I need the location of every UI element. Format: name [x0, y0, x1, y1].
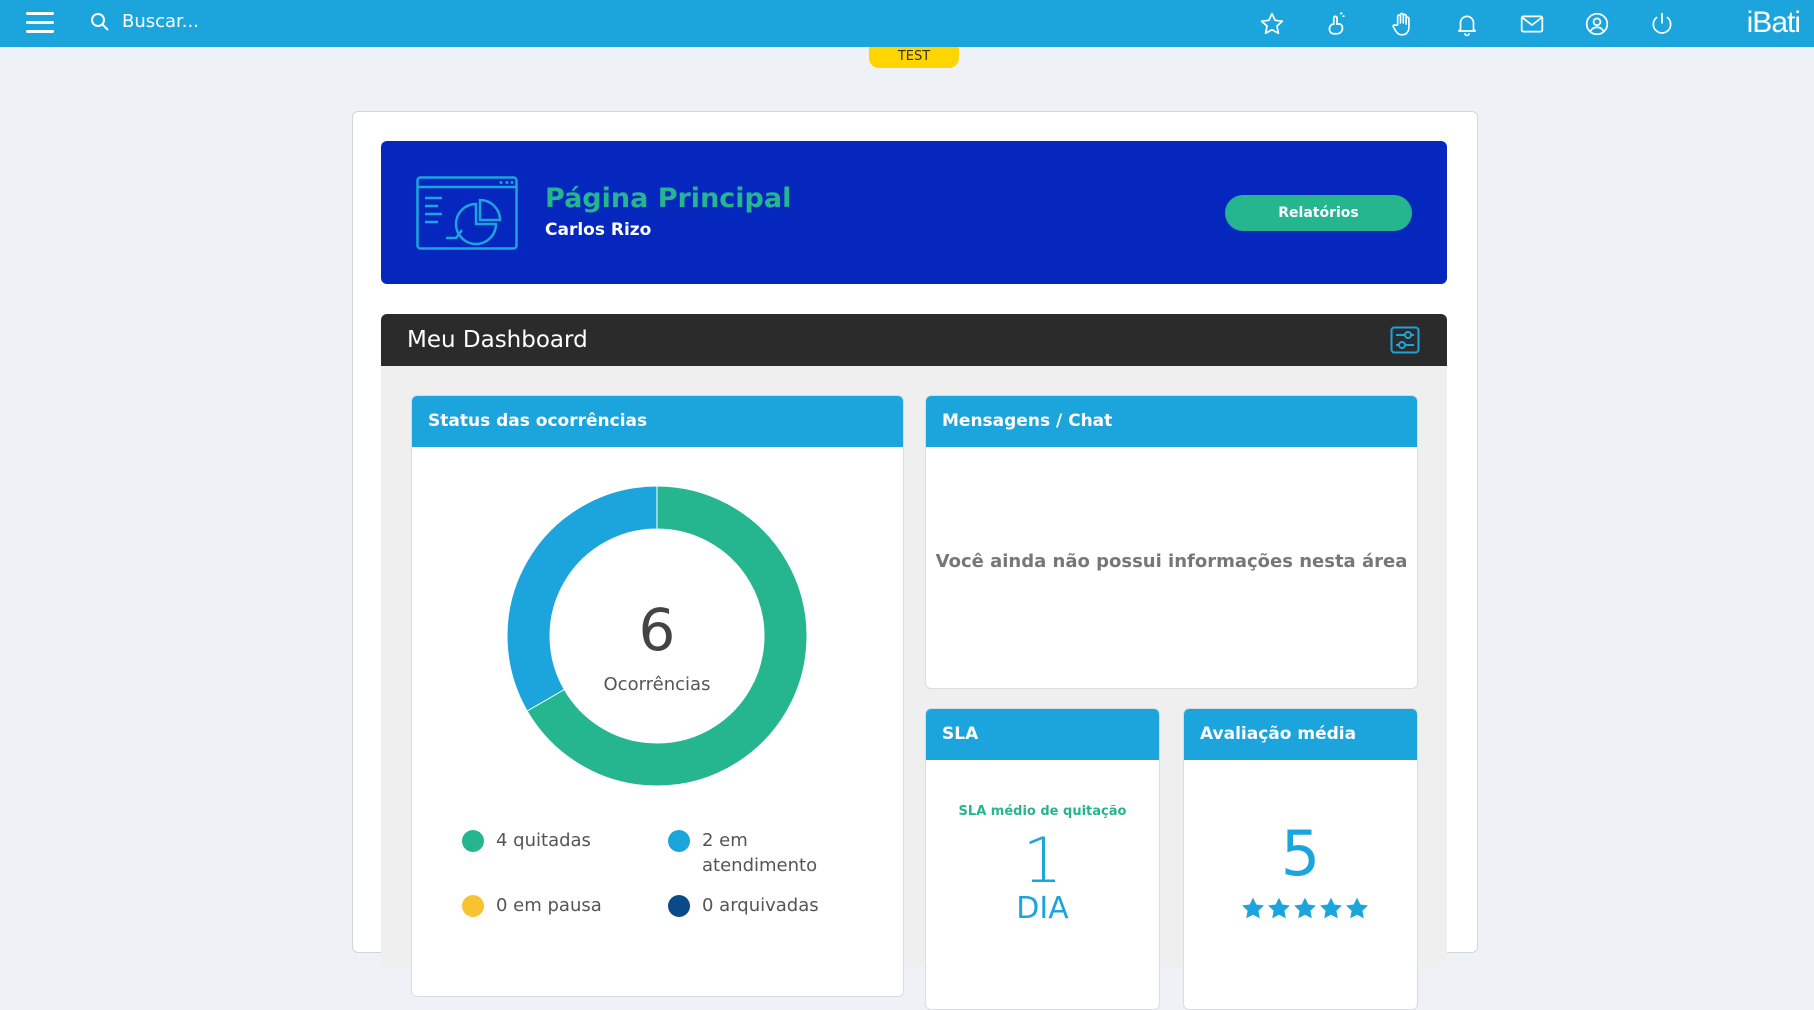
sla-caption: SLA médio de quitação [958, 804, 1127, 819]
brand-logo[interactable]: iBati [1747, 6, 1801, 40]
sla-unit: DIA [1016, 891, 1069, 926]
messages-panel: Mensagens / Chat Você ainda não possui i… [925, 395, 1418, 689]
star-icon [1320, 897, 1342, 919]
legend-label: 2 em atendimento [702, 830, 818, 876]
total-count: 6 [638, 596, 676, 664]
star-icon [1242, 897, 1264, 919]
empty-state-text: Você ainda não possui informações nesta … [935, 551, 1408, 572]
dashboard-header: Meu Dashboard [381, 314, 1447, 366]
star-icon [1268, 897, 1290, 919]
mail-icon[interactable] [1499, 0, 1564, 47]
messages-panel-title: Mensagens / Chat [926, 396, 1417, 447]
top-bar: iBati [0, 0, 1814, 47]
hand-raise-icon[interactable] [1369, 0, 1434, 47]
menu-icon[interactable] [26, 12, 54, 34]
status-panel: Status das ocorrências 6 Ocorrências 4 q… [411, 395, 904, 997]
legend-label: 0 arquivadas [702, 895, 819, 916]
search-icon [91, 12, 109, 31]
bell-icon[interactable] [1434, 0, 1499, 47]
star-icon[interactable] [1239, 0, 1304, 47]
star-icon [1346, 897, 1368, 919]
user-name: Carlos Rizo [545, 220, 652, 240]
rating-stars [1240, 896, 1370, 921]
sla-panel: SLA SLA médio de quitação 1 DIA [925, 708, 1160, 1010]
dashboard-title: Meu Dashboard [407, 327, 588, 353]
total-label: Ocorrências [603, 674, 711, 695]
reports-button[interactable]: Relatórios [1225, 195, 1412, 231]
legend-dot [668, 830, 690, 852]
power-icon[interactable] [1629, 0, 1694, 47]
user-circle-icon[interactable] [1564, 0, 1629, 47]
dashboard-chart-icon [416, 176, 518, 250]
legend-label: 0 em pausa [496, 895, 602, 916]
rating-panel: Avaliação média 5 [1183, 708, 1418, 1010]
dashboard-body: Status das ocorrências 6 Ocorrências 4 q… [381, 366, 1447, 1010]
rating-panel-title: Avaliação média [1184, 709, 1417, 760]
finger-snap-icon[interactable] [1304, 0, 1369, 47]
environment-badge: TEST [869, 47, 959, 68]
legend-dot [668, 895, 690, 917]
legend-label: 4 quitadas [496, 830, 591, 851]
donut-chart: 6 Ocorrências [506, 485, 808, 787]
sliders-settings-icon[interactable] [1390, 326, 1420, 354]
star-icon [1294, 897, 1316, 919]
sla-panel-title: SLA [926, 709, 1159, 760]
page-title: Página Principal [545, 183, 792, 214]
search-box[interactable] [90, 10, 384, 33]
search-input[interactable] [120, 10, 384, 33]
status-panel-title: Status das ocorrências [412, 396, 903, 447]
rating-value: 5 [1280, 817, 1321, 890]
main-card: Página Principal Carlos Rizo Relatórios … [352, 111, 1478, 1010]
legend-dot [462, 895, 484, 917]
sla-value: 1 [1022, 824, 1063, 897]
legend-dot [462, 830, 484, 852]
hero-banner: Página Principal Carlos Rizo Relatórios [381, 141, 1447, 284]
